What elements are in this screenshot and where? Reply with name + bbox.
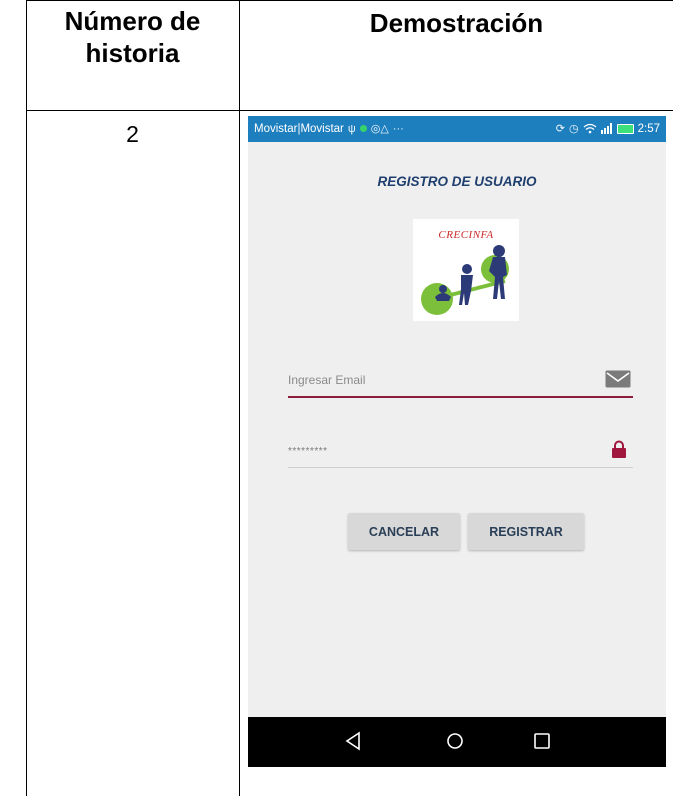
status-bar-left: Movistar|Movistar ψ ◎△ ··· (254, 122, 404, 136)
carrier-label: Movistar|Movistar (254, 122, 344, 135)
password-value: ********* (288, 446, 328, 457)
header-demonstration: Demostración (369, 8, 544, 38)
lock-icon (612, 440, 626, 458)
status-bar: Movistar|Movistar ψ ◎△ ··· ⟳ ◷ 2:57 (248, 116, 666, 142)
table-border-top (26, 0, 673, 1)
notification-icons: ◎△ (370, 123, 389, 135)
phone-screenshot: Movistar|Movistar ψ ◎△ ··· ⟳ ◷ 2:57 REGI… (248, 116, 666, 767)
table-divider-header (26, 110, 673, 111)
whatsapp-dot-icon (359, 125, 367, 132)
password-field[interactable]: ********* (288, 437, 633, 468)
email-field[interactable]: Ingresar Email (288, 366, 633, 398)
status-time: 2:57 (637, 122, 660, 135)
battery-icon (616, 123, 634, 134)
app-logo: CRECINFA (413, 219, 519, 321)
status-bar-right: ⟳ ◷ 2:57 (555, 122, 660, 136)
email-placeholder: Ingresar Email (288, 373, 366, 387)
logo-graphic (421, 245, 509, 315)
header-story-number: Número de historia (64, 6, 201, 68)
recents-icon[interactable] (533, 732, 551, 750)
register-button[interactable]: REGISTRAR (468, 513, 584, 550)
envelope-icon (605, 370, 631, 388)
back-icon[interactable] (344, 731, 362, 751)
cancel-button[interactable]: CANCELAR (348, 513, 460, 550)
wifi-icon (583, 123, 597, 134)
signal-icon (600, 123, 612, 134)
table-border-left (26, 0, 27, 796)
usb-icon: ψ (347, 122, 356, 135)
screen-title: REGISTRO DE USUARIO (377, 174, 537, 189)
overflow-dots-icon: ··· (392, 122, 404, 135)
story-number-value: 2 (126, 121, 139, 147)
alarm-icon: ◷ (569, 123, 579, 135)
home-icon[interactable] (445, 731, 465, 751)
table-divider-vertical (239, 0, 240, 796)
sync-icon: ⟳ (555, 123, 565, 135)
navigation-bar (248, 717, 666, 767)
